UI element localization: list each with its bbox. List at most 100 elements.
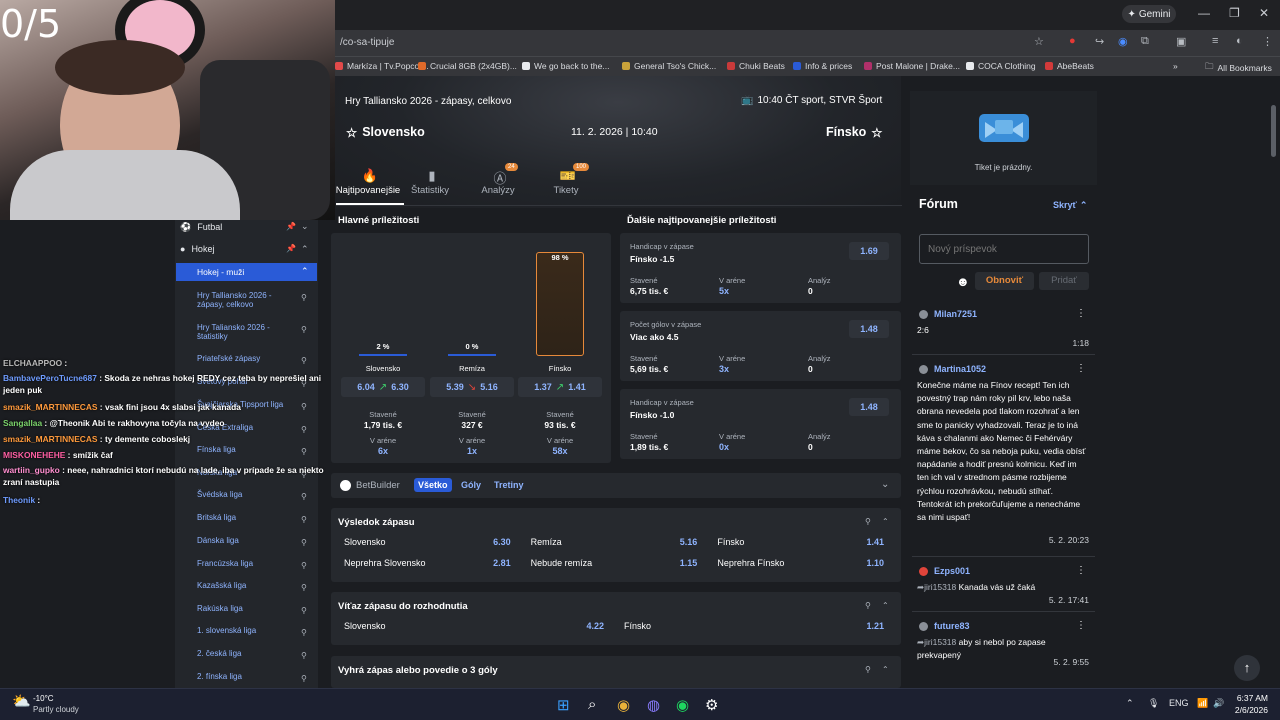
forum-post-input[interactable] bbox=[919, 234, 1089, 264]
bookmark-item[interactable]: Chuki Beats bbox=[727, 61, 785, 71]
forum-username[interactable]: Milan7251 bbox=[934, 309, 977, 319]
forum-hide-button[interactable]: Skryť ⌃ bbox=[1053, 200, 1087, 211]
forum-username[interactable]: future83 bbox=[934, 621, 970, 631]
chrome-icon[interactable]: ◉ bbox=[617, 696, 630, 714]
filter-chip[interactable]: Góly bbox=[457, 478, 485, 492]
more-options-icon[interactable]: ⋮ bbox=[1076, 363, 1086, 374]
league-item[interactable]: Rakúska liga bbox=[197, 604, 297, 613]
forum-username[interactable]: Martina1052 bbox=[934, 364, 986, 374]
wifi-icon[interactable]: 📶 bbox=[1197, 698, 1208, 709]
odds-cell[interactable]: Slovensko 4.22 bbox=[336, 617, 612, 635]
address-bar[interactable] bbox=[335, 30, 1280, 56]
league-item[interactable]: Hry Taliansko 2026 - štatistiky bbox=[197, 323, 297, 341]
chat-username[interactable]: smazik_MARTINNECAS bbox=[3, 434, 97, 444]
search-icon[interactable]: ⌕ bbox=[588, 696, 596, 713]
league-item[interactable]: Kazašská liga bbox=[197, 581, 297, 590]
weather-icon[interactable]: ⛅ bbox=[12, 692, 31, 710]
tab-3[interactable]: Tikety bbox=[531, 185, 601, 196]
league-item[interactable]: Britská liga bbox=[197, 513, 297, 522]
filter-chip[interactable]: Tretiny bbox=[490, 478, 528, 492]
all-bookmarks[interactable]: 🗀 All Bookmarks bbox=[1205, 61, 1272, 75]
odds-cell[interactable]: Fínsko 1.41 bbox=[709, 533, 892, 551]
pin-icon[interactable]: ⚲ bbox=[301, 606, 307, 615]
chat-username[interactable]: smazik_MARTINNECAS bbox=[3, 402, 97, 412]
away-team[interactable]: Fínsko ☆ bbox=[826, 125, 883, 140]
pin-icon[interactable]: ⚲ bbox=[301, 538, 307, 547]
add-button[interactable]: Pridať bbox=[1039, 272, 1089, 290]
chevron-up-icon[interactable]: ⌃ bbox=[301, 244, 309, 255]
star-outline-icon[interactable]: ☆ bbox=[346, 125, 357, 140]
chevron-down-icon[interactable]: ⌄ bbox=[301, 221, 309, 232]
pin-icon[interactable]: ⚲ bbox=[301, 293, 307, 302]
home-team[interactable]: ☆ Slovensko bbox=[346, 125, 425, 140]
pin-icon[interactable]: ⚲ bbox=[301, 325, 307, 334]
pin-icon[interactable]: ⚲ bbox=[865, 665, 871, 674]
chat-username[interactable]: Theonik bbox=[3, 495, 35, 505]
odds-button[interactable]: 1.48 bbox=[849, 398, 889, 416]
spotify-icon[interactable]: ◉ bbox=[676, 696, 689, 714]
pin-icon[interactable]: ⚲ bbox=[301, 628, 307, 637]
league-item[interactable]: 2. česká liga bbox=[197, 649, 297, 658]
league-item[interactable]: 2. fínska liga bbox=[197, 672, 297, 681]
bookmark-item[interactable]: Markíza | Tv.Popcor... bbox=[335, 61, 429, 71]
star-icon[interactable]: ☆ bbox=[1034, 35, 1044, 48]
chevron-up-icon[interactable]: ⌃ bbox=[1126, 698, 1134, 709]
bookmark-item[interactable]: We go back to the... bbox=[522, 61, 609, 71]
puzzle-icon[interactable]: ⧉ bbox=[1141, 35, 1149, 48]
pin-icon[interactable]: ⚲ bbox=[301, 651, 307, 660]
tab-2[interactable]: Analýzy bbox=[463, 185, 533, 196]
extension-icon[interactable]: ● bbox=[1069, 35, 1076, 47]
scroll-top-button[interactable]: ↑ bbox=[1234, 655, 1260, 681]
pin-icon[interactable]: 📌 bbox=[286, 222, 296, 231]
pin-icon[interactable]: 📌 bbox=[286, 244, 296, 253]
betbuilder-toggle[interactable]: BetBuilder bbox=[340, 480, 400, 491]
odds-cell[interactable]: Slovensko 6.30 bbox=[336, 533, 519, 551]
more-options-icon[interactable]: ⋮ bbox=[1076, 565, 1086, 576]
chat-username[interactable]: wartiin_gupko bbox=[3, 465, 60, 475]
app-icon[interactable]: ⚙ bbox=[705, 696, 718, 714]
odds-cell[interactable]: Remíza 5.16 bbox=[523, 533, 706, 551]
discord-icon[interactable]: ◍ bbox=[647, 696, 660, 714]
pin-icon[interactable]: ⚲ bbox=[301, 583, 307, 592]
maximize-icon[interactable]: ❐ bbox=[1229, 6, 1240, 20]
chevron-up-icon[interactable]: ⌃ bbox=[882, 517, 889, 526]
more-options-icon[interactable]: ⋮ bbox=[1076, 308, 1086, 319]
pin-icon[interactable]: ⚲ bbox=[301, 561, 307, 570]
bookmark-item[interactable]: General Tso's Chick... bbox=[622, 61, 716, 71]
gemini-button[interactable]: ✦ Gemini bbox=[1122, 5, 1176, 23]
forum-username[interactable]: Ezps001 bbox=[934, 566, 970, 576]
volume-icon[interactable]: 🔊 bbox=[1213, 698, 1224, 709]
scrollbar-thumb[interactable] bbox=[1271, 105, 1276, 157]
start-icon[interactable]: ⊞ bbox=[557, 696, 570, 714]
odds-button[interactable]: 1.69 bbox=[849, 242, 889, 260]
pin-icon[interactable]: ⚲ bbox=[301, 515, 307, 524]
bookmark-item[interactable]: Post Malone | Drake... bbox=[864, 61, 960, 71]
clock-date[interactable]: 2/6/2026 bbox=[1230, 705, 1268, 715]
tab-1[interactable]: Štatistiky bbox=[395, 185, 465, 196]
tab-0[interactable]: Najtipovanejšie bbox=[333, 185, 403, 196]
odds-cell[interactable]: Neprehra Slovensko 2.81 bbox=[336, 554, 519, 572]
extension-icon[interactable]: ↪ bbox=[1095, 35, 1104, 48]
star-outline-icon[interactable]: ☆ bbox=[871, 125, 882, 140]
bookmark-item[interactable]: COCA Clothing bbox=[966, 61, 1036, 71]
filter-chip[interactable]: Všetko bbox=[414, 478, 452, 492]
bookmark-item[interactable]: Info & prices bbox=[793, 61, 852, 71]
league-item[interactable]: Francúzska liga bbox=[197, 559, 297, 568]
close-icon[interactable]: ✕ bbox=[1259, 6, 1269, 20]
minimize-icon[interactable]: — bbox=[1198, 6, 1210, 20]
league-item[interactable]: Hry Talliansko 2026 - zápasy, celkovo bbox=[197, 291, 297, 309]
more-options-icon[interactable]: ⋮ bbox=[1076, 620, 1086, 631]
pin-icon[interactable]: ⚲ bbox=[865, 517, 871, 526]
avatar[interactable]: ◐ bbox=[1236, 35, 1243, 47]
chevron-up-icon[interactable]: ⌃ bbox=[882, 601, 889, 610]
refresh-button[interactable]: Obnoviť bbox=[975, 272, 1034, 290]
clock-time[interactable]: 6:37 AM bbox=[1234, 693, 1268, 703]
chat-username[interactable]: ELCHAAPPOO bbox=[3, 358, 62, 368]
pin-icon[interactable]: ⚲ bbox=[301, 674, 307, 683]
emoji-icon[interactable]: ☻ bbox=[956, 274, 970, 289]
mic-icon[interactable]: 🎙 bbox=[1148, 698, 1159, 709]
odds-button[interactable]: 1.48 bbox=[849, 320, 889, 338]
chat-username[interactable]: BambavePeroTucne687 bbox=[3, 373, 97, 383]
odds-button[interactable]: 5.39 ↘ 5.16 bbox=[430, 377, 514, 397]
league-item[interactable]: Dánska liga bbox=[197, 536, 297, 545]
